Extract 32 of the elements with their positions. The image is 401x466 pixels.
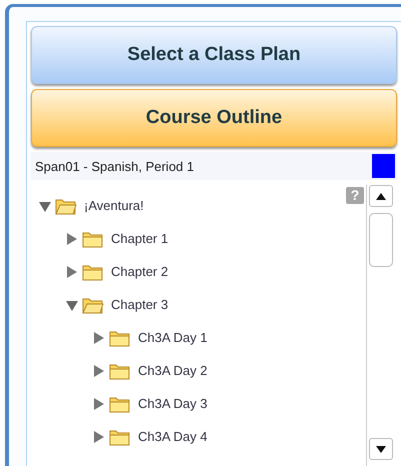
scroll-thumb[interactable] <box>369 213 393 267</box>
nav-button[interactable]: Course Outline <box>31 89 397 147</box>
open-folder-icon <box>55 196 77 214</box>
down-triangle-icon <box>376 446 386 452</box>
class-plan-label: Span01 - Spanish, Period 1 <box>35 158 194 174</box>
tree-item-label[interactable]: ¡Aventura! <box>84 198 144 213</box>
up-triangle-icon <box>376 192 386 200</box>
folder-icon <box>109 428 131 446</box>
expanded-triangle-icon[interactable] <box>39 200 51 212</box>
scroll-up-button[interactable] <box>369 185 393 207</box>
folder-icon <box>82 230 104 248</box>
tree-item-label[interactable]: Ch3A Day 4 <box>138 429 208 444</box>
collapsed-triangle-icon[interactable] <box>66 266 78 278</box>
scroll-down-button[interactable] <box>369 438 393 460</box>
collapsed-triangle-icon[interactable] <box>93 430 105 442</box>
tree-item-label[interactable]: Ch3A Day 2 <box>138 363 208 378</box>
tree-item-label[interactable]: Chapter 1 <box>111 231 168 246</box>
tree-item-label[interactable]: Chapter 2 <box>111 264 168 279</box>
folder-icon <box>109 394 131 412</box>
folder-icon <box>109 328 131 346</box>
collapsed-triangle-icon[interactable] <box>93 364 105 376</box>
nav-button[interactable]: Select a Class Plan <box>31 26 397 84</box>
collapsed-triangle-icon[interactable] <box>66 232 78 244</box>
collapsed-triangle-icon[interactable] <box>93 332 105 344</box>
open-folder-icon <box>82 296 104 314</box>
folder-icon <box>109 362 131 380</box>
folder-icon <box>82 262 104 280</box>
tree-item-label[interactable]: Ch3A Day 1 <box>138 330 208 345</box>
tree-item-label[interactable]: Ch3A Day 3 <box>138 396 208 411</box>
expanded-triangle-icon[interactable] <box>66 298 78 310</box>
collapsed-triangle-icon[interactable] <box>93 398 105 410</box>
tree-item-label[interactable]: Chapter 3 <box>111 297 168 312</box>
